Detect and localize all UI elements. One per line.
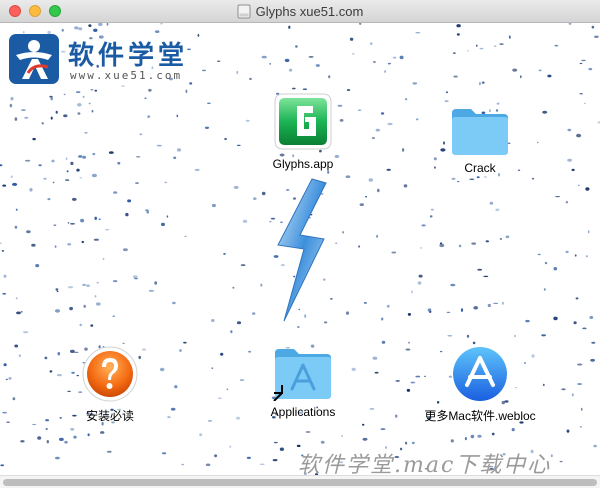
help-icon [82,346,138,402]
folder-icon [452,109,508,155]
disk-image-icon [237,4,251,18]
applications-label: Applications [270,405,336,419]
logo: 软件学堂 www.xue51.com [8,33,208,85]
crack-label: Crack [464,161,496,175]
glyphs-app-item[interactable]: Glyphs.app [258,89,348,171]
applications-item[interactable]: Applications [258,345,348,419]
glyphs-app-label: Glyphs.app [272,157,334,171]
logo-title: 软件学堂 [68,41,189,71]
more-mac-software-label: 更多Mac软件.webloc [424,409,536,423]
scrollbar-thumb[interactable] [3,479,597,486]
crack-folder-item[interactable]: Crack [440,105,520,175]
more-mac-software-item[interactable]: 更多Mac软件.webloc [415,345,545,424]
title-bar[interactable]: Glyphs xue51.com [0,0,600,23]
install-readme-label: 安装必读 [85,409,134,423]
app-store-icon [453,347,507,401]
finder-content: 软件学堂 www.xue51.com Glyphs.app Crack 安装必读… [0,23,600,478]
title-wrap: Glyphs xue51.com [0,0,600,22]
install-readme-item[interactable]: 安装必读 [70,345,150,424]
window-title: Glyphs xue51.com [255,3,364,19]
finder-window: Glyphs xue51.com 软件学堂 www.xue51.com Glyp… [0,0,600,488]
applications-folder-icon [273,349,331,401]
horizontal-scrollbar[interactable] [0,475,600,488]
glyphs-app-icon [274,93,332,150]
logo-url: www.xue51.com [70,69,183,82]
lightning-arrow-icon [277,178,327,322]
logo-mark-icon [9,34,59,84]
